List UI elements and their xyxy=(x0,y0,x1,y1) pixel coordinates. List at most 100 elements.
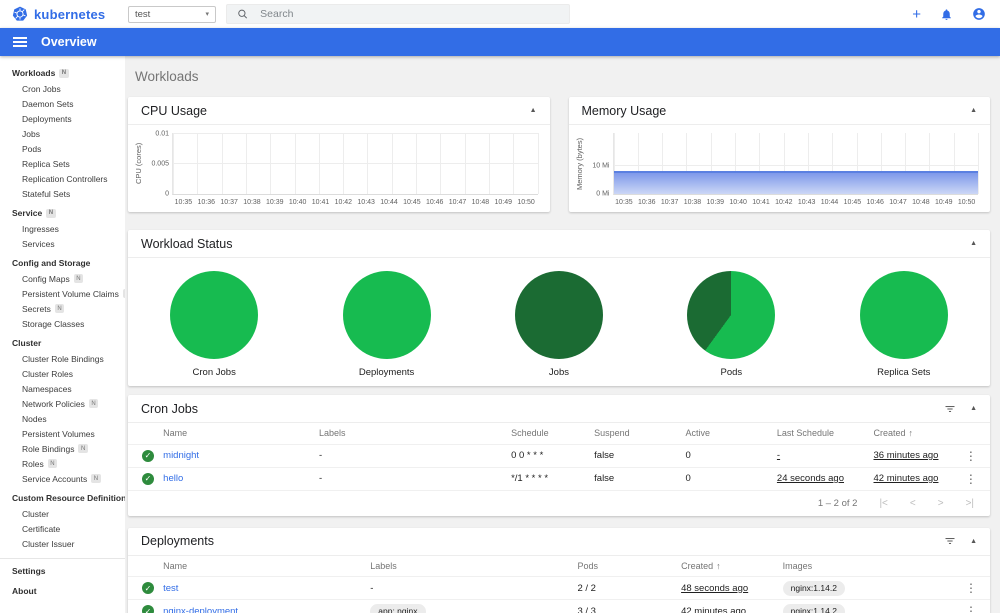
column-header-created[interactable]: Created ↑ xyxy=(869,423,961,445)
created-cell: 48 seconds ago xyxy=(677,576,779,600)
create-resource-button[interactable]: + xyxy=(912,7,921,22)
sidebar-item-roles[interactable]: Roles N xyxy=(0,456,125,471)
sidebar-item-storage-classes[interactable]: Storage Classes xyxy=(0,316,125,331)
previous-page-icon[interactable]: < xyxy=(910,498,916,509)
sidebar-item-service-accounts[interactable]: Service Accounts N xyxy=(0,471,125,486)
sidebar-item-jobs[interactable]: Jobs xyxy=(0,126,125,141)
namespaced-badge: N xyxy=(46,208,56,218)
collapse-icon[interactable]: ▲ xyxy=(970,405,977,412)
sidebar-item-label: Services xyxy=(22,238,55,249)
sidebar-item-cluster-issuer[interactable]: Cluster Issuer xyxy=(0,536,125,551)
menu-button[interactable] xyxy=(13,37,27,47)
sidebar-item-namespaces[interactable]: Namespaces xyxy=(0,381,125,396)
collapse-icon[interactable]: ▲ xyxy=(970,538,977,545)
sidebar-item-persistent-volume-claims[interactable]: Persistent Volume ClaimsN xyxy=(0,286,125,301)
sidebar-item-daemon-sets[interactable]: Daemon Sets xyxy=(0,96,125,111)
sidebar-item-replication-controllers[interactable]: Replication Controllers xyxy=(0,171,125,186)
sidebar-section-workloads[interactable]: Workloads N xyxy=(0,65,125,81)
pie-deployments[interactable] xyxy=(342,271,431,359)
next-page-icon[interactable]: > xyxy=(938,498,944,509)
sidebar-item-persistent-volumes[interactable]: Persistent Volumes xyxy=(0,426,125,441)
row-menu-button[interactable]: ⋮ xyxy=(965,581,977,595)
row-menu-button[interactable]: ⋮ xyxy=(965,472,977,486)
sidebar-item-config-maps[interactable]: Config Maps N xyxy=(0,271,125,286)
pie-label: Replica Sets xyxy=(877,367,931,378)
row-menu-button[interactable]: ⋮ xyxy=(965,604,977,613)
first-page-icon[interactable]: |< xyxy=(879,498,887,509)
collapse-icon[interactable]: ▲ xyxy=(970,107,977,114)
column-header-pods[interactable]: Pods xyxy=(573,555,678,577)
memory-usage-card: Memory Usage ▲ Memory (bytes) 0 Mi 10 Mi … xyxy=(568,97,990,212)
sidebar-section-label: Cluster xyxy=(12,338,42,348)
collapse-icon[interactable]: ▲ xyxy=(970,240,977,247)
deployment-name-link[interactable]: test xyxy=(163,583,178,594)
last-page-icon[interactable]: >| xyxy=(966,498,974,509)
sidebar-section-custom-resource-definitions[interactable]: Custom Resource Definitions xyxy=(0,490,125,506)
sidebar-item-stateful-sets[interactable]: Stateful Sets xyxy=(0,186,125,201)
column-header-suspend[interactable]: Suspend xyxy=(590,423,682,445)
column-header-created[interactable]: Created ↑ xyxy=(677,555,779,577)
sidebar-item-certificate[interactable]: Certificate xyxy=(0,521,125,536)
sidebar-item-cron-jobs[interactable]: Cron Jobs xyxy=(0,81,125,96)
sidebar-section-cluster[interactable]: Cluster xyxy=(0,335,125,351)
sidebar-item-cluster[interactable]: Cluster xyxy=(0,506,125,521)
column-header-name[interactable]: Name xyxy=(159,555,367,577)
sidebar-item-network-policies[interactable]: Network Policies N xyxy=(0,396,125,411)
sidebar-item-pods[interactable]: Pods xyxy=(0,141,125,156)
sidebar-item-role-bindings[interactable]: Role Bindings N xyxy=(0,441,125,456)
schedule-cell: 0 0 * * * xyxy=(507,444,591,468)
sidebar-item-label: Stateful Sets xyxy=(22,188,71,199)
collapse-icon[interactable]: ▲ xyxy=(530,107,537,114)
cpu-plot-area: 0 0.005 0.01 xyxy=(151,131,539,198)
kubernetes-logo[interactable]: kubernetes xyxy=(0,6,128,22)
pie-jobs[interactable] xyxy=(514,271,603,359)
status-ok-icon: ✓ xyxy=(142,472,154,485)
sidebar-section-service[interactable]: Service N xyxy=(0,205,125,221)
sidebar-item-cluster-roles[interactable]: Cluster Roles xyxy=(0,366,125,381)
x-tick-label: 10:49 xyxy=(934,199,953,206)
pie-pods[interactable] xyxy=(687,271,776,359)
sidebar-item-deployments[interactable]: Deployments xyxy=(0,111,125,126)
column-header-images[interactable]: Images xyxy=(778,555,961,577)
main-content: Workloads CPU Usage ▲ CPU (cores) 0 0.005… xyxy=(125,56,1000,613)
sidebar-item-cluster-role-bindings[interactable]: Cluster Role Bindings xyxy=(0,351,125,366)
namespaced-badge: N xyxy=(54,304,65,313)
sidebar-section-about[interactable]: About xyxy=(0,583,125,599)
user-account-button[interactable] xyxy=(972,7,986,21)
column-header-name[interactable]: Name xyxy=(159,423,315,445)
sidebar-item-replica-sets[interactable]: Replica Sets xyxy=(0,156,125,171)
sidebar-section-settings[interactable]: Settings xyxy=(0,563,125,579)
cronjob-name-link[interactable]: hello xyxy=(163,473,183,484)
label-chip: app: nginx xyxy=(370,603,426,613)
filter-button[interactable] xyxy=(944,403,956,415)
search-input[interactable] xyxy=(260,8,559,20)
column-header-labels[interactable]: Labels xyxy=(314,423,508,445)
column-header-schedule[interactable]: Schedule xyxy=(507,423,591,445)
notifications-button[interactable] xyxy=(940,8,953,21)
sidebar-section-config-and-storage[interactable]: Config and Storage xyxy=(0,255,125,271)
sidebar-item-ingresses[interactable]: Ingresses xyxy=(0,221,125,236)
x-tick-label: 10:39 xyxy=(706,199,725,206)
sort-asc-icon: ↑ xyxy=(716,560,721,571)
cronjob-name-link[interactable]: midnight xyxy=(163,450,199,461)
namespace-selector[interactable]: test ▾ xyxy=(128,5,216,23)
sidebar-item-label: Config Maps xyxy=(22,273,70,284)
gridline xyxy=(173,163,538,165)
sidebar-item-services[interactable]: Services xyxy=(0,236,125,251)
y-tick-label: 0.005 xyxy=(151,160,169,168)
column-header-last-schedule[interactable]: Last Schedule xyxy=(772,423,870,445)
sidebar-item-nodes[interactable]: Nodes xyxy=(0,411,125,426)
column-header-active[interactable]: Active xyxy=(681,423,773,445)
row-menu-button[interactable]: ⋮ xyxy=(965,449,977,463)
x-tick-label: 10:47 xyxy=(889,199,907,206)
search-bar[interactable] xyxy=(226,4,570,24)
pie-cron-jobs[interactable] xyxy=(170,271,259,359)
x-tick-label: 10:43 xyxy=(797,199,816,206)
column-header-labels[interactable]: Labels xyxy=(366,555,574,577)
sidebar-item-label: Cron Jobs xyxy=(22,83,61,94)
deployment-name-link[interactable]: nginx-deployment xyxy=(163,606,238,613)
namespaced-badge: N xyxy=(59,68,69,78)
pie-replica-sets[interactable] xyxy=(859,271,948,359)
filter-button[interactable] xyxy=(944,535,956,547)
sidebar-item-secrets[interactable]: Secrets N xyxy=(0,301,125,316)
